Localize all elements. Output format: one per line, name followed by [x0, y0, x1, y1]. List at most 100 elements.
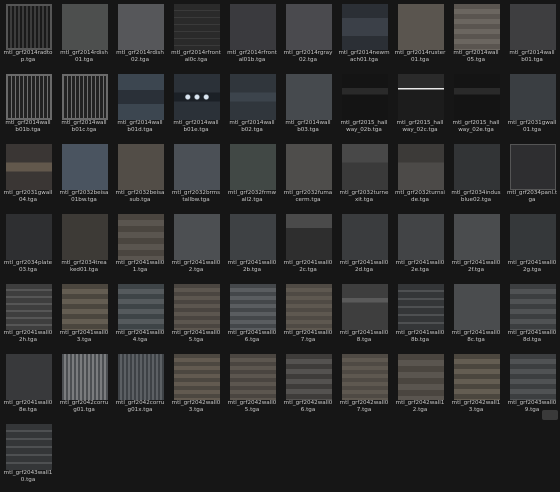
texture-tile[interactable]: mtl_grf2032brms tallbw.tga — [168, 142, 224, 212]
texture-thumbnail[interactable] — [398, 74, 444, 120]
texture-thumbnail[interactable] — [454, 214, 500, 260]
texture-thumbnail[interactable] — [230, 284, 276, 330]
scrollbar[interactable] — [542, 410, 558, 420]
texture-tile[interactable]: mtl_grf2041wall0 2e.tga — [392, 212, 448, 282]
texture-tile[interactable]: mtl_grf2014wall b01e.tga — [168, 72, 224, 142]
texture-thumbnail[interactable] — [342, 4, 388, 50]
texture-tile[interactable]: mtl_grf2014rgray 02.tga — [280, 2, 336, 72]
texture-tile[interactable]: mtl_grf2042wall0 6.tga — [280, 352, 336, 422]
texture-tile[interactable]: mtl_grf2032frmw all2.tga — [224, 142, 280, 212]
texture-thumbnail[interactable] — [6, 424, 52, 470]
texture-thumbnail[interactable] — [174, 284, 220, 330]
texture-tile[interactable]: mtl_grf2014wall b01c.tga — [56, 72, 112, 142]
texture-thumbnail[interactable] — [6, 74, 52, 120]
texture-thumbnail[interactable] — [62, 354, 108, 400]
texture-tile[interactable]: mtl_grf2032fuma cerm.tga — [280, 142, 336, 212]
texture-thumbnail[interactable] — [454, 4, 500, 50]
texture-thumbnail[interactable] — [286, 4, 332, 50]
texture-thumbnail[interactable] — [398, 214, 444, 260]
texture-thumbnail[interactable] — [118, 214, 164, 260]
texture-thumbnail[interactable] — [454, 74, 500, 120]
texture-thumbnail[interactable] — [6, 354, 52, 400]
texture-thumbnail[interactable] — [118, 284, 164, 330]
texture-thumbnail[interactable] — [398, 4, 444, 50]
texture-thumbnail[interactable] — [6, 214, 52, 260]
texture-tile[interactable]: mtl_grf2043wall1 0.tga — [0, 422, 56, 492]
texture-thumbnail[interactable] — [230, 354, 276, 400]
texture-tile[interactable]: mtl_grf2042corru g01.tga — [56, 352, 112, 422]
texture-thumbnail[interactable] — [174, 144, 220, 190]
texture-tile[interactable]: mtl_grf2034trea ked01.tga — [56, 212, 112, 282]
texture-tile[interactable]: mtl_grf2041wall0 8b.tga — [392, 282, 448, 352]
texture-thumbnail[interactable] — [454, 284, 500, 330]
texture-tile[interactable]: mtl_grf2034indus blue02.tga — [448, 142, 504, 212]
texture-tile[interactable]: mtl_grf2042wall0 5.tga — [224, 352, 280, 422]
texture-thumbnail[interactable] — [6, 144, 52, 190]
texture-tile[interactable]: mtl_grf2042corru g01x.tga — [112, 352, 168, 422]
texture-tile[interactable]: mtl_grf2041wall0 2f.tga — [448, 212, 504, 282]
texture-tile[interactable]: mtl_grf2014ruster 01.tga — [392, 2, 448, 72]
texture-thumbnail[interactable] — [342, 284, 388, 330]
texture-thumbnail[interactable] — [174, 74, 220, 120]
texture-thumbnail[interactable] — [6, 284, 52, 330]
texture-thumbnail[interactable] — [510, 4, 556, 50]
texture-tile[interactable]: mtl_grf2041wall0 8c.tga — [448, 282, 504, 352]
texture-thumbnail[interactable] — [230, 74, 276, 120]
texture-tile[interactable]: mtl_grf2014radto p.tga — [0, 2, 56, 72]
texture-thumbnail[interactable] — [62, 144, 108, 190]
texture-thumbnail[interactable] — [342, 214, 388, 260]
texture-tile[interactable]: mtl_grf2041wall0 2d.tga — [336, 212, 392, 282]
texture-thumbnail[interactable] — [286, 144, 332, 190]
texture-tile[interactable]: mtl_grf2014rdish 01.tga — [56, 2, 112, 72]
texture-thumbnail[interactable] — [342, 74, 388, 120]
texture-thumbnail[interactable] — [510, 284, 556, 330]
texture-tile[interactable]: mtl_grf2041wall0 2h.tga — [0, 282, 56, 352]
texture-tile[interactable]: mtl_grf2032beisa sub.tga — [112, 142, 168, 212]
texture-tile[interactable]: mtl_grf2014rfront al0c.tga — [168, 2, 224, 72]
texture-thumbnail[interactable] — [286, 214, 332, 260]
texture-tile[interactable]: mtl_grf2031gwall 04.tga — [0, 142, 56, 212]
texture-tile[interactable]: mtl_grf2014rdish 02.tga — [112, 2, 168, 72]
texture-tile[interactable]: mtl_grf2041wall0 3.tga — [56, 282, 112, 352]
texture-thumbnail[interactable] — [118, 144, 164, 190]
texture-thumbnail[interactable] — [342, 144, 388, 190]
texture-thumbnail[interactable] — [174, 214, 220, 260]
texture-thumbnail[interactable] — [286, 284, 332, 330]
texture-thumbnail[interactable] — [342, 354, 388, 400]
texture-tile[interactable]: mtl_grf2031gwall 01.tga — [504, 72, 560, 142]
texture-tile[interactable]: mtl_grf2015_hall way_02b.tga — [336, 72, 392, 142]
texture-tile[interactable]: mtl_grf2034panl.t ga — [504, 142, 560, 212]
texture-tile[interactable]: mtl_grf2042wall1 3.tga — [448, 352, 504, 422]
texture-thumbnail[interactable] — [454, 354, 500, 400]
texture-thumbnail[interactable] — [230, 214, 276, 260]
texture-thumbnail[interactable] — [118, 4, 164, 50]
texture-thumbnail[interactable] — [398, 144, 444, 190]
texture-thumbnail[interactable] — [398, 284, 444, 330]
texture-tile[interactable]: mtl_grf2041wall0 8.tga — [336, 282, 392, 352]
texture-tile[interactable]: mtl_grf2041wall0 2c.tga — [280, 212, 336, 282]
texture-tile[interactable]: mtl_grf2014wall 05.tga — [448, 2, 504, 72]
texture-thumbnail[interactable] — [174, 4, 220, 50]
texture-thumbnail[interactable] — [6, 4, 52, 50]
texture-tile[interactable]: mtl_grf2014wall b01.tga — [504, 2, 560, 72]
texture-tile[interactable]: mtl_grf2041wall0 2.tga — [168, 212, 224, 282]
texture-tile[interactable]: mtl_grf2014wall b02.tga — [224, 72, 280, 142]
texture-thumbnail[interactable] — [510, 74, 556, 120]
texture-thumbnail[interactable] — [62, 214, 108, 260]
texture-tile[interactable]: mtl_grf2015_hall way_02e.tga — [448, 72, 504, 142]
texture-thumbnail[interactable] — [510, 354, 556, 400]
texture-tile[interactable]: mtl_grf2032turnsi de.tga — [392, 142, 448, 212]
texture-thumbnail[interactable] — [230, 4, 276, 50]
texture-thumbnail[interactable] — [230, 144, 276, 190]
texture-thumbnail[interactable] — [174, 354, 220, 400]
texture-thumbnail[interactable] — [62, 74, 108, 120]
texture-tile[interactable]: mtl_grf2041wall0 1.tga — [112, 212, 168, 282]
texture-tile[interactable]: mtl_grf2042wall1 2.tga — [392, 352, 448, 422]
texture-tile[interactable]: mtl_grf2015_hall way_02c.tga — [392, 72, 448, 142]
texture-tile[interactable]: mtl_grf2041wall0 5.tga — [168, 282, 224, 352]
texture-thumbnail[interactable] — [118, 354, 164, 400]
texture-thumbnail[interactable] — [118, 74, 164, 120]
texture-thumbnail[interactable] — [510, 144, 556, 190]
texture-tile[interactable]: mtl_grf2014wall b01d.tga — [112, 72, 168, 142]
texture-tile[interactable]: mtl_grf2041wall0 8d.tga — [504, 282, 560, 352]
